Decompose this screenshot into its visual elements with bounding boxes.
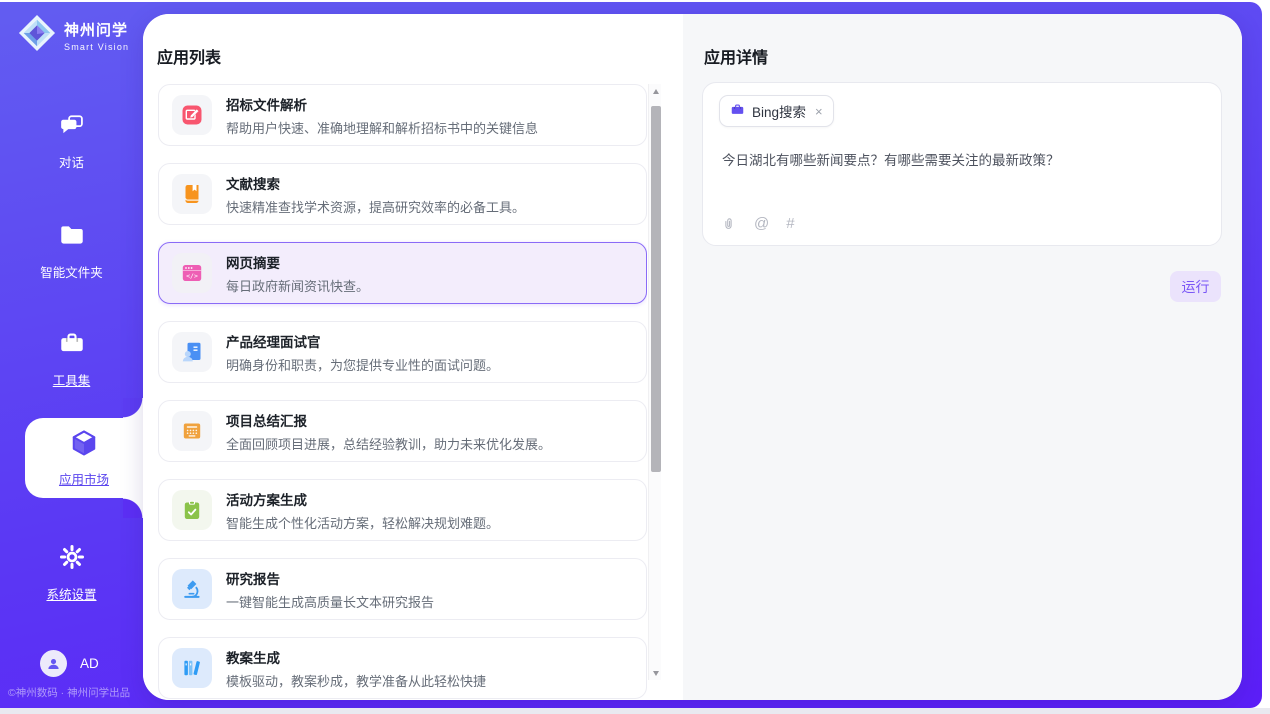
app-card-5[interactable]: 项目总结汇报 全面回顾项目进展，总结经验教训，助力未来优化发展。	[158, 400, 647, 462]
user-label: AD	[80, 656, 99, 671]
app-list-title: 应用列表	[157, 44, 221, 68]
chat-icon	[58, 111, 86, 144]
sidebar-item-2[interactable]: 智能文件夹	[0, 221, 143, 281]
sidebar-item-1[interactable]: 对话	[0, 111, 143, 171]
app-card-description: 快速精准查找学术资源，提高研究效率的必备工具。	[226, 197, 525, 216]
hash-icon[interactable]: #	[786, 215, 794, 232]
diamond-logo-icon	[18, 14, 56, 57]
user-avatar-icon[interactable]	[40, 650, 67, 677]
app-card-2[interactable]: 文献搜索 快速精准查找学术资源，提高研究效率的必备工具。	[158, 163, 647, 225]
app-card-description: 每日政府新闻资讯快查。	[226, 276, 369, 295]
app-card-4[interactable]: 产品经理面试官 明确身份和职责，为您提供专业性的面试问题。	[158, 321, 647, 383]
brand-name: 神州问学	[64, 19, 129, 40]
app-detail-panel: 应用详情 Bing搜索 × 今日湖北有哪些新闻要点？有哪些需要关注的最新政策？ …	[683, 14, 1242, 700]
app-card-description: 智能生成个性化活动方案，轻松解决规划难题。	[226, 513, 499, 532]
app-list-panel: 应用列表 招标文件解析 帮助用户快速、准确地理解和解析招标书中的关键信息 文献搜…	[143, 14, 683, 700]
app-card-title: 活动方案生成	[226, 489, 499, 509]
scrollbar-thumb[interactable]	[651, 106, 661, 472]
gear-icon	[58, 543, 86, 576]
app-card-title: 教案生成	[226, 647, 486, 667]
at-icon[interactable]: @	[754, 215, 769, 232]
app-card-description: 帮助用户快速、准确地理解和解析招标书中的关键信息	[226, 118, 538, 137]
app-card-title: 招标文件解析	[226, 94, 538, 114]
app-card-title: 产品经理面试官	[226, 331, 499, 351]
sidebar-item-4[interactable]: 应用市场	[25, 418, 143, 498]
brand-logo: 神州问学 Smart Vision	[18, 14, 129, 57]
books-icon	[172, 648, 212, 688]
app-card-8[interactable]: 教案生成 模板驱动，教案秒成，教学准备从此轻松快捷	[158, 637, 647, 699]
browser-code-icon: </>	[172, 253, 212, 293]
microscope-icon	[172, 569, 212, 609]
query-input-area[interactable]: Bing搜索 × 今日湖北有哪些新闻要点？有哪些需要关注的最新政策？ @#	[702, 82, 1222, 246]
cube-icon	[69, 428, 99, 463]
sidebar-item-5[interactable]: 系统设置	[0, 543, 143, 603]
app-card-3[interactable]: </> 网页摘要 每日政府新闻资讯快查。	[158, 242, 647, 304]
tool-chip-label: Bing搜索	[752, 101, 806, 121]
app-card-description: 模板驱动，教案秒成，教学准备从此轻松快捷	[226, 671, 486, 690]
app-card-title: 网页摘要	[226, 252, 369, 272]
svg-text:</>: </>	[186, 272, 198, 280]
scrollbar-down-arrow-icon[interactable]	[649, 666, 662, 680]
briefcase-icon	[730, 102, 745, 120]
note-icon	[172, 411, 212, 451]
briefcase-icon	[58, 329, 86, 362]
scrollbar-up-arrow-icon[interactable]	[649, 84, 662, 98]
folder-icon	[58, 221, 86, 254]
app-card-list: 招标文件解析 帮助用户快速、准确地理解和解析招标书中的关键信息 文献搜索 快速精…	[158, 84, 647, 700]
app-card-description: 全面回顾项目进展，总结经验教训，助力未来优化发展。	[226, 434, 551, 453]
app-card-6[interactable]: 活动方案生成 智能生成个性化活动方案，轻松解决规划难题。	[158, 479, 647, 541]
book-icon	[172, 174, 212, 214]
app-detail-title: 应用详情	[704, 44, 768, 68]
clipboard-check-icon	[172, 490, 212, 530]
input-toolbar: @#	[720, 215, 795, 232]
sidebar-item-3[interactable]: 工具集	[0, 329, 143, 389]
window-bottom-edge	[0, 708, 1270, 714]
brand-subtitle: Smart Vision	[64, 42, 129, 52]
sidebar-footer: ©神州数码 · 神州问学出品	[8, 685, 143, 700]
app-card-description: 明确身份和职责，为您提供专业性的面试问题。	[226, 355, 499, 374]
query-text: 今日湖北有哪些新闻要点？有哪些需要关注的最新政策？	[722, 151, 1204, 171]
close-icon[interactable]: ×	[815, 104, 823, 119]
app-card-description: 一键智能生成高质量长文本研究报告	[226, 592, 434, 611]
person-document-icon	[172, 332, 212, 372]
main-content-card: 应用列表 招标文件解析 帮助用户快速、准确地理解和解析招标书中的关键信息 文献搜…	[143, 14, 1242, 700]
app-card-title: 研究报告	[226, 568, 434, 588]
app-card-7[interactable]: 研究报告 一键智能生成高质量长文本研究报告	[158, 558, 647, 620]
run-button[interactable]: 运行	[1170, 271, 1221, 302]
paperclip-icon[interactable]	[720, 215, 737, 232]
app-card-title: 项目总结汇报	[226, 410, 551, 430]
scrollbar-track[interactable]	[648, 84, 661, 680]
sidebar: 神州问学 Smart Vision 对话 智能文件夹 工具集 应用市场 系统设置	[0, 2, 143, 708]
user-row[interactable]: AD	[40, 650, 99, 677]
app-card-1[interactable]: 招标文件解析 帮助用户快速、准确地理解和解析招标书中的关键信息	[158, 84, 647, 146]
app-card-title: 文献搜索	[226, 173, 525, 193]
tool-chip-bing-search[interactable]: Bing搜索 ×	[719, 95, 834, 127]
edit-document-icon	[172, 95, 212, 135]
